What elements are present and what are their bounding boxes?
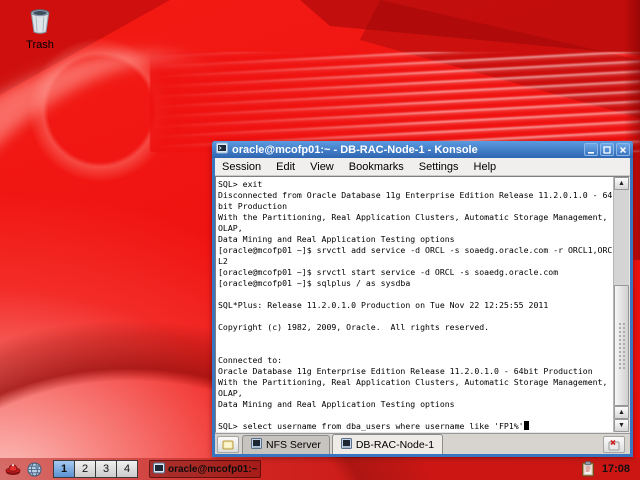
- minimize-button[interactable]: [584, 143, 598, 156]
- desktop-pager: 1234: [54, 460, 138, 478]
- pager-desktop-button[interactable]: 4: [116, 460, 138, 478]
- terminal-line: [oracle@mcofp01 ~]$ sqlplus / as sysdba: [218, 278, 613, 289]
- terminal-line: Copyright (c) 1982, 2009, Oracle. All ri…: [218, 322, 613, 333]
- scrollbar-thumb[interactable]: [614, 285, 629, 406]
- terminal-line: SQL*Plus: Release 11.2.0.1.0 Production …: [218, 300, 613, 311]
- taskbar-window-button[interactable]: oracle@mcofp01:~ - DB-RAC-Node-1 - Konso…: [149, 460, 261, 478]
- wallpaper-dark-wedge: [240, 0, 640, 70]
- scroll-up-icon[interactable]: ▲: [614, 406, 629, 419]
- terminal-line: Oracle Database 11g Enterprise Edition R…: [218, 366, 613, 377]
- terminal-line: [218, 410, 613, 421]
- terminal-line: Disconnected from Oracle Database 11g En…: [218, 190, 613, 201]
- trash-icon: [28, 8, 52, 37]
- tab-label: NFS Server: [266, 439, 321, 451]
- desktop-icon-trash[interactable]: Trash: [14, 8, 66, 51]
- terminal-line: L2: [218, 256, 613, 267]
- wallpaper-light-streaks: [150, 52, 640, 152]
- trash-label: Trash: [26, 39, 54, 51]
- web-browser-icon[interactable]: [25, 460, 43, 478]
- tab-label: DB-RAC-Node-1: [356, 439, 434, 451]
- window-title: oracle@mcofp01:~ - DB-RAC-Node-1 - Konso…: [232, 144, 478, 156]
- session-tab[interactable]: DB-RAC-Node-1: [332, 434, 443, 454]
- menu-item[interactable]: View: [310, 161, 334, 173]
- terminal-line: Data Mining and Real Application Testing…: [218, 234, 613, 245]
- terminal-line: With the Partitioning, Real Application …: [218, 377, 613, 388]
- session-tabs: NFS Server DB-RAC-Node-1: [242, 434, 445, 454]
- menu-item[interactable]: Bookmarks: [349, 161, 404, 173]
- text-cursor: [524, 421, 529, 430]
- pager-desktop-button[interactable]: 3: [95, 460, 117, 478]
- scroll-down-icon[interactable]: ▼: [614, 419, 629, 432]
- new-session-button[interactable]: [217, 436, 239, 453]
- menu-item[interactable]: Edit: [276, 161, 295, 173]
- terminal-line: Connected to:: [218, 355, 613, 366]
- terminal-line: SQL> exit: [218, 179, 613, 190]
- scrollbar[interactable]: ▲ ▲ ▼: [613, 177, 629, 432]
- window-controls: [584, 143, 630, 156]
- taskbar-panel: 1234 oracle@mcofp01:~ - DB-RAC-Node-1 - …: [0, 458, 640, 480]
- desktop: Trash oracle@mcofp01:~ - DB-RAC-Node-1 -…: [0, 0, 640, 480]
- scroll-up-icon[interactable]: ▲: [614, 177, 629, 190]
- panel-clock[interactable]: 17:08: [600, 463, 636, 475]
- maximize-button[interactable]: [600, 143, 614, 156]
- wallpaper-dark-wedge: [300, 0, 640, 130]
- klipper-clipboard-icon[interactable]: [579, 460, 597, 478]
- scrollbar-grip: [618, 322, 625, 370]
- terminal-line: OLAP,: [218, 388, 613, 399]
- menu-item[interactable]: Help: [474, 161, 497, 173]
- session-tab-bar: NFS Server DB-RAC-Node-1: [215, 433, 630, 454]
- terminal-line: [218, 344, 613, 355]
- terminal-line: [218, 333, 613, 344]
- terminal-line: OLAP,: [218, 223, 613, 234]
- menu-item[interactable]: Session: [222, 161, 261, 173]
- terminal-line: [oracle@mcofp01 ~]$ srvctl start service…: [218, 267, 613, 278]
- terminal-line: [218, 289, 613, 300]
- taskbar-window-label: oracle@mcofp01:~ - DB-RAC-Node-1 - Konso…: [168, 464, 257, 475]
- terminal-line: With the Partitioning, Real Application …: [218, 212, 613, 223]
- window-titlebar[interactable]: oracle@mcofp01:~ - DB-RAC-Node-1 - Konso…: [212, 141, 633, 158]
- scrollbar-track[interactable]: [614, 190, 629, 406]
- start-menu-icon[interactable]: [4, 460, 22, 478]
- terminal-line: [218, 311, 613, 322]
- close-button[interactable]: [616, 143, 630, 156]
- terminal-icon: [341, 438, 352, 452]
- session-tab[interactable]: NFS Server: [242, 435, 330, 454]
- terminal-line: SQL> select username from dba_users wher…: [218, 421, 613, 432]
- terminal-icon: [153, 462, 165, 477]
- close-session-button[interactable]: [603, 436, 625, 453]
- terminal-icon: [251, 438, 262, 452]
- menu-item[interactable]: Settings: [419, 161, 459, 173]
- terminal-line: Data Mining and Real Application Testing…: [218, 399, 613, 410]
- terminal-line: [oracle@mcofp01 ~]$ srvctl add service -…: [218, 245, 613, 256]
- terminal-output[interactable]: SQL> exitDisconnected from Oracle Databa…: [216, 177, 613, 432]
- pager-desktop-button[interactable]: 1: [53, 460, 75, 478]
- konsole-window: oracle@mcofp01:~ - DB-RAC-Node-1 - Konso…: [212, 141, 633, 457]
- menu-bar: Session Edit View Bookmarks Settings Help: [215, 158, 630, 176]
- pager-desktop-button[interactable]: 2: [74, 460, 96, 478]
- konsole-window-icon: [216, 142, 228, 157]
- terminal-view: SQL> exitDisconnected from Oracle Databa…: [215, 176, 630, 433]
- terminal-line: bit Production: [218, 201, 613, 212]
